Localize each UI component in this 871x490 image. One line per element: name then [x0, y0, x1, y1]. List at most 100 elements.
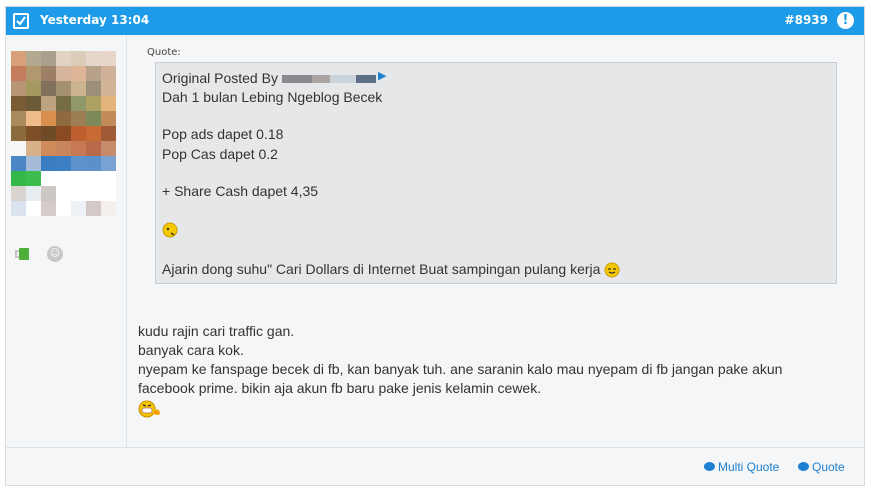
avatar-pixel — [56, 111, 71, 126]
avatar-pixel — [56, 186, 71, 201]
post-text-line: facebook prime. bikin aja akun fb baru p… — [138, 380, 542, 396]
post-number-link[interactable]: #8939 — [785, 13, 828, 27]
avatar-pixel — [86, 186, 101, 201]
avatar-pixel — [41, 186, 56, 201]
avatar-pixel — [41, 66, 56, 81]
avatar-pixel — [86, 126, 101, 141]
avatar-pixel — [41, 81, 56, 96]
avatar-pixel — [26, 156, 41, 171]
quote-line: Pop ads dapet 0.18 — [162, 126, 284, 142]
avatar-pixel — [101, 81, 116, 96]
avatar-pixel — [101, 126, 116, 141]
avatar-pixel — [86, 171, 101, 186]
post-emoji-line — [138, 399, 162, 418]
avatar-pixel — [11, 156, 26, 171]
view-post-arrow-icon[interactable]: ▶ — [378, 70, 386, 82]
avatar-pixel — [26, 171, 41, 186]
avatar-pixel — [26, 111, 41, 126]
post-footer: Multi Quote Quote — [6, 447, 864, 485]
checkbox-icon[interactable] — [13, 13, 29, 29]
avatar-pixel — [101, 51, 116, 66]
avatar-pixel — [11, 171, 26, 186]
quote-emoji-line — [162, 220, 178, 238]
avatar-pixel — [101, 201, 116, 216]
avatar-pixel — [101, 96, 116, 111]
quote-line: + Share Cash dapet 4,35 — [162, 183, 319, 199]
avatar-pixel — [11, 186, 26, 201]
avatar-pixel — [26, 186, 41, 201]
avatar-pixel — [86, 81, 101, 96]
avatar-pixel — [41, 96, 56, 111]
avatar-pixel — [11, 66, 26, 81]
avatar-pixel — [56, 126, 71, 141]
avatar-pixel — [56, 156, 71, 171]
post-text-line: banyak cara kok. — [138, 342, 244, 358]
quote-line: Ajarin dong suhu" Cari Dollars di Intern… — [162, 261, 601, 277]
avatar-pixel — [11, 126, 26, 141]
post-content: Quote: Original Posted By ▶ Dah 1 bulan … — [128, 35, 864, 447]
speech-bubble-icon — [798, 462, 809, 471]
multi-quote-label: Multi Quote — [718, 460, 780, 474]
avatar-pixel — [56, 81, 71, 96]
avatar-pixel — [101, 141, 116, 156]
avatar-pixel — [71, 111, 86, 126]
avatar-pixel — [11, 96, 26, 111]
avatar-pixel — [71, 126, 86, 141]
avatar-pixel — [26, 201, 41, 216]
quote-attribution: Original Posted By ▶ — [162, 69, 386, 89]
quote-last-line: Ajarin dong suhu" Cari Dollars di Intern… — [162, 260, 620, 278]
quote-block: Original Posted By ▶ Dah 1 bulan Lebing … — [155, 62, 837, 284]
avatar-pixel — [11, 111, 26, 126]
avatar-pixel — [11, 51, 26, 66]
avatar-pixel — [71, 51, 86, 66]
avatar-pixel — [71, 201, 86, 216]
forum-post: Yesterday 13:04 #8939 ! ☺ Quote: Origina… — [5, 6, 865, 486]
avatar-pixel — [56, 66, 71, 81]
avatar-pixel — [86, 66, 101, 81]
avatar-pixel — [41, 126, 56, 141]
quote-button[interactable]: Quote — [798, 460, 845, 474]
grin-emoji-icon — [138, 400, 160, 418]
avatar-pixel — [26, 51, 41, 66]
avatar-pixel — [86, 201, 101, 216]
quote-line: Pop Cas dapet 0.2 — [162, 146, 278, 162]
avatar-pixel — [26, 96, 41, 111]
avatar-pixel — [71, 81, 86, 96]
avatar-pixel — [71, 186, 86, 201]
avatar-pixel — [86, 141, 101, 156]
avatar-pixel — [71, 141, 86, 156]
avatar-pixel — [41, 111, 56, 126]
avatar-pixel — [41, 51, 56, 66]
avatar-pixel — [86, 111, 101, 126]
avatar-pixel — [71, 156, 86, 171]
post-text-line: nyepam ke fanspage becek di fb, kan bany… — [138, 361, 783, 377]
avatar-pixel — [41, 141, 56, 156]
avatar-pixel — [26, 126, 41, 141]
avatar-pixel — [11, 201, 26, 216]
avatar-pixel — [41, 171, 56, 186]
avatar-pixel — [101, 186, 116, 201]
avatar-pixel — [71, 66, 86, 81]
avatar-pixel — [101, 66, 116, 81]
quote-line: Dah 1 bulan Lebing Ngeblog Becek — [162, 89, 383, 105]
avatar-pixel — [71, 171, 86, 186]
avatar[interactable] — [11, 51, 123, 221]
avatar-pixel — [26, 81, 41, 96]
posted-by-label: Original Posted By — [162, 70, 278, 86]
report-icon[interactable]: ! — [837, 12, 854, 29]
user-sidebar: ☺ — [6, 35, 127, 447]
avatar-pixel — [101, 111, 116, 126]
smiley-emoji-icon — [162, 222, 178, 238]
avatar-pixel — [56, 171, 71, 186]
avatar-pixel — [41, 156, 56, 171]
avatar-pixel — [86, 96, 101, 111]
avatar-pixel — [86, 51, 101, 66]
speech-bubble-icon — [704, 462, 715, 471]
post-header: Yesterday 13:04 #8939 ! — [6, 7, 864, 35]
avatar-pixel — [11, 81, 26, 96]
avatar-pixel — [41, 201, 56, 216]
multi-quote-button[interactable]: Multi Quote — [704, 460, 779, 474]
quote-label: Quote: — [147, 47, 181, 58]
avatar-pixel — [56, 51, 71, 66]
wink-emoji-icon — [604, 262, 620, 278]
